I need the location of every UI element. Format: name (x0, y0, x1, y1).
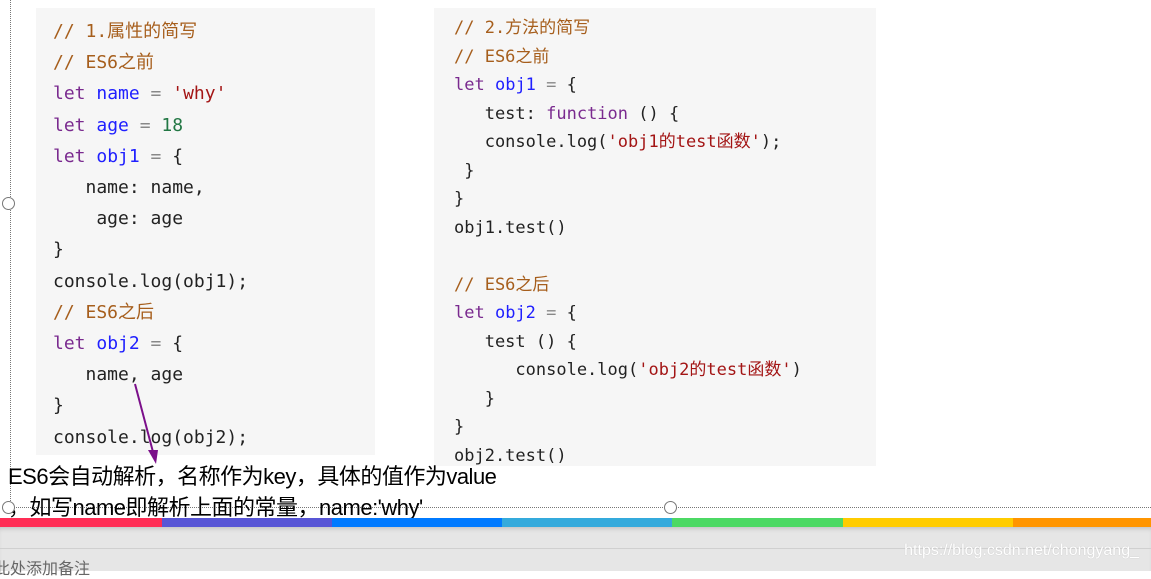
theme-color-bar (0, 518, 1151, 527)
annotation-line-1[interactable]: ES6会自动解析，名称作为key，具体的值作为value (8, 459, 497, 491)
arrow-annotation (134, 383, 158, 464)
notes-pane[interactable]: https://blog.csdn.net/chongyang_ 此处添加备注 (0, 527, 1151, 578)
arrow-line (134, 383, 154, 453)
theme-color-segment (843, 518, 1013, 527)
theme-color-segment (1013, 518, 1151, 527)
theme-color-segment (672, 518, 843, 527)
slide-canvas[interactable]: // 1.属性的简写// ES6之前 let name = 'why' let ag… (0, 0, 1151, 520)
theme-color-segment (0, 518, 162, 527)
watermark: https://blog.csdn.net/chongyang_ (904, 542, 1139, 559)
theme-color-segment (332, 518, 502, 527)
theme-color-segment (162, 518, 332, 527)
resize-handle-bottom-left[interactable] (2, 501, 15, 514)
resize-handle-bottom[interactable] (664, 501, 677, 514)
notes-placeholder[interactable]: 此处添加备注 (0, 555, 90, 579)
theme-color-segment (502, 518, 672, 527)
resize-handle-left[interactable] (2, 197, 15, 210)
